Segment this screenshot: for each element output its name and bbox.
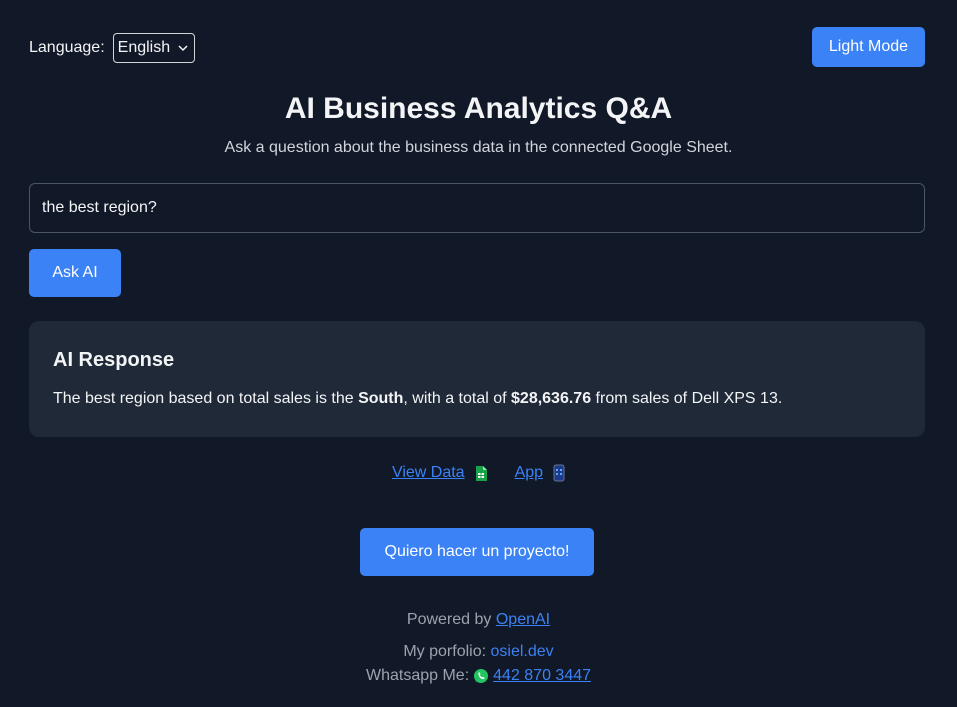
- language-select[interactable]: English: [112, 33, 195, 63]
- portfolio-link[interactable]: osiel.dev: [491, 643, 554, 660]
- whatsapp-label: Whatsapp Me:: [365, 667, 470, 684]
- app-link[interactable]: App: [515, 464, 543, 482]
- page-subtitle: Ask a question about the business data i…: [224, 139, 733, 156]
- resource-links: View Data App: [0, 464, 957, 482]
- language-picker: Language: English: [29, 33, 195, 63]
- ai-response-card: AI Response The best region based on tot…: [29, 321, 925, 437]
- language-label: Language:: [29, 39, 105, 56]
- response-text-part: from sales of Dell XPS 13.: [591, 390, 783, 407]
- whatsapp-icon: [474, 669, 489, 683]
- whatsapp-phone-link[interactable]: 442 870 3447: [493, 667, 591, 685]
- language-select-value: English: [117, 39, 171, 56]
- response-text-part: , with a total of: [403, 390, 512, 407]
- whatsapp-line: Whatsapp Me: 442 870 3447: [0, 667, 957, 685]
- page: Language: English Light Mode AI Business…: [0, 0, 957, 707]
- portfolio-line: My porfolio: osiel.dev: [0, 643, 957, 661]
- ai-response-title: AI Response: [53, 349, 175, 371]
- start-project-button[interactable]: Quiero hacer un proyecto!: [360, 528, 594, 576]
- mobile-phone-icon: [553, 464, 565, 482]
- view-data-link[interactable]: View Data: [392, 464, 465, 482]
- response-total: $28,636.76: [511, 390, 592, 407]
- page-title: AI Business Analytics Q&A: [284, 92, 673, 125]
- question-input[interactable]: the best region?: [29, 183, 925, 233]
- portfolio-label: My porfolio:: [403, 643, 487, 660]
- response-text-part: The best region based on total sales is …: [53, 390, 359, 407]
- ask-ai-button[interactable]: Ask AI: [29, 249, 121, 297]
- chevron-down-icon: [178, 45, 188, 52]
- top-bar: Language: English Light Mode: [29, 27, 925, 67]
- response-region: South: [358, 390, 404, 407]
- openai-link[interactable]: OpenAI: [496, 611, 550, 628]
- light-mode-button[interactable]: Light Mode: [812, 27, 925, 67]
- ai-response-text: The best region based on total sales is …: [53, 390, 901, 408]
- google-sheets-icon: [475, 465, 487, 481]
- powered-by-label: Powered by: [406, 611, 492, 628]
- powered-by: Powered by OpenAI: [0, 611, 957, 629]
